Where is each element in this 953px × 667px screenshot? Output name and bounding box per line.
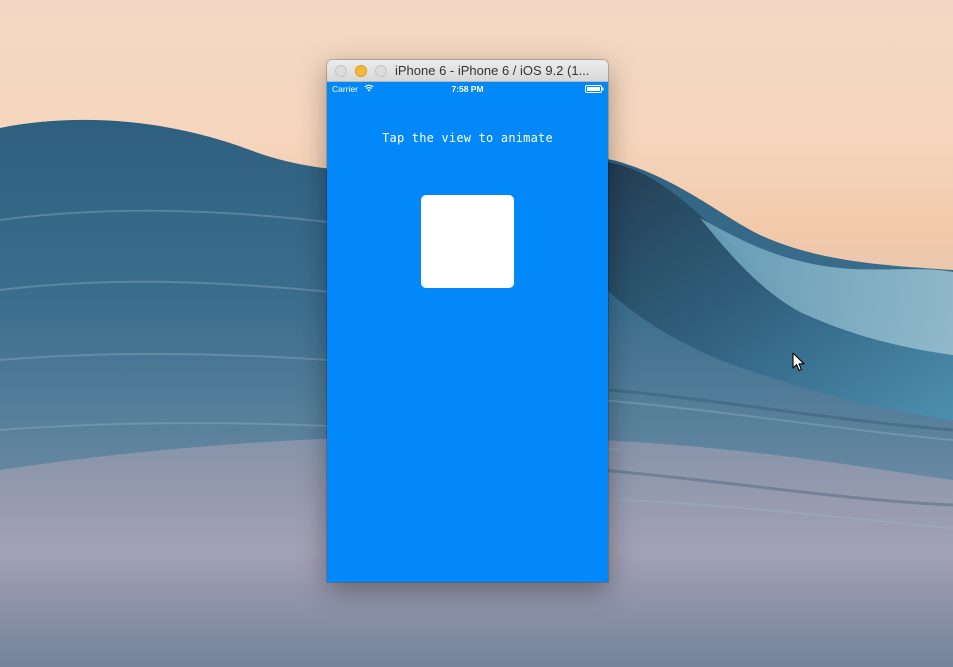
instruction-label: Tap the view to animate — [382, 131, 553, 145]
arrow-cursor-icon — [792, 352, 805, 372]
animatable-square-view[interactable] — [421, 195, 514, 288]
battery-icon — [585, 85, 604, 93]
status-bar: Carrier 7:58 PM — [327, 82, 608, 97]
close-button[interactable] — [335, 65, 347, 77]
status-time: 7:58 PM — [451, 84, 484, 94]
window-title: iPhone 6 - iPhone 6 / iOS 9.2 (1... — [395, 63, 590, 78]
desktop: iPhone 6 - iPhone 6 / iOS 9.2 (1... Carr… — [0, 0, 953, 667]
zoom-button[interactable] — [375, 65, 387, 77]
window-titlebar[interactable]: iPhone 6 - iPhone 6 / iOS 9.2 (1... — [327, 60, 608, 82]
ios-screen[interactable]: Carrier 7:58 PM Tap the view to animate — [327, 82, 608, 582]
simulator-window: iPhone 6 - iPhone 6 / iOS 9.2 (1... Carr… — [327, 60, 608, 582]
minimize-button[interactable] — [355, 65, 367, 77]
